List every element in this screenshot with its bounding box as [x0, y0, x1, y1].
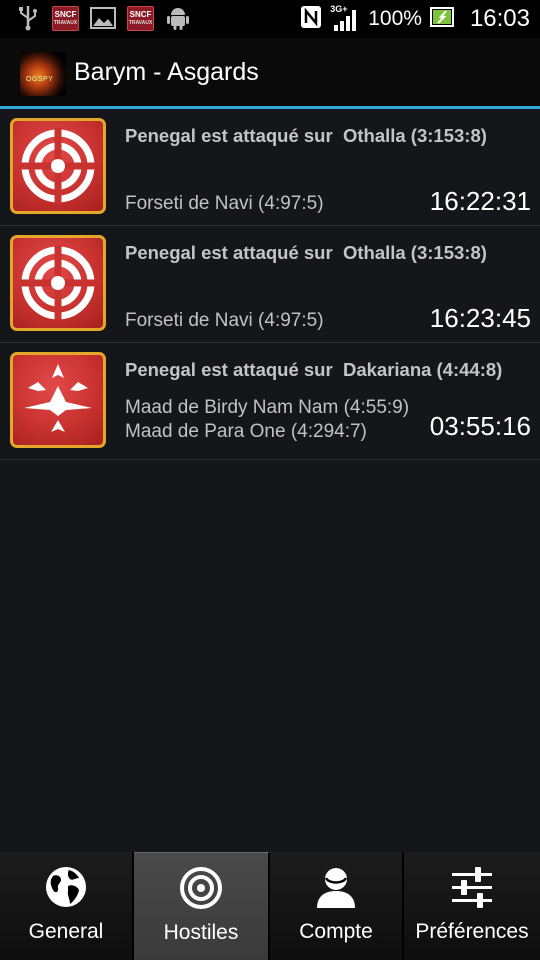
attacker: Forseti de Navi (4:97:5) — [125, 310, 324, 331]
alert-time: 16:22:31 — [429, 186, 531, 216]
list-item[interactable]: Penegal est attaqué sur Othalla (3:153:8… — [0, 226, 540, 343]
bottom-tab-bar: General Hostiles Compte Préférences — [0, 852, 540, 960]
target-icon — [180, 867, 222, 909]
user-icon — [317, 868, 355, 908]
notification-icons: SNCF TRAVAUX SNCF TRAVAUX — [14, 5, 192, 31]
nfc-icon — [300, 5, 322, 34]
sliders-icon — [452, 867, 492, 908]
usb-icon — [14, 5, 42, 31]
alert-title: Penegal est attaqué sur Othalla (3:153:8… — [125, 125, 487, 146]
alert-time: 03:55:16 — [429, 411, 531, 441]
status-bar: SNCF TRAVAUX SNCF TRAVAUX 3G+ 100% 16:03 — [0, 0, 540, 38]
sncf-icon: SNCF TRAVAUX — [52, 5, 79, 31]
clock: 16:03 — [469, 5, 530, 32]
target-icon — [10, 118, 106, 214]
tab-preferences[interactable]: Préférences — [404, 852, 540, 960]
android-icon — [164, 5, 192, 31]
fleet-icon — [10, 352, 106, 448]
tab-label: Hostiles — [163, 921, 239, 944]
battery-percent: 100% — [368, 7, 422, 30]
sncf-icon: SNCF TRAVAUX — [127, 5, 154, 31]
alert-title: Penegal est attaqué sur Othalla (3:153:8… — [125, 242, 487, 263]
system-icons: 3G+ 100% 16:03 — [300, 3, 530, 35]
attacker: Forseti de Navi (4:97:5) — [125, 193, 324, 214]
tab-label: Préférences — [415, 920, 529, 943]
hostiles-list: Penegal est attaqué sur Othalla (3:153:8… — [0, 109, 540, 460]
attacker: Maad de Para One (4:294:7) — [125, 421, 367, 442]
list-item[interactable]: Penegal est attaqué sur Dakariana (4:44:… — [0, 343, 540, 460]
tab-label: Compte — [299, 920, 373, 943]
tab-compte[interactable]: Compte — [270, 852, 404, 960]
action-bar: OGSPY Barym - Asgards — [0, 38, 540, 106]
alert-title: Penegal est attaqué sur Dakariana (4:44:… — [125, 359, 503, 380]
tab-label: General — [28, 920, 104, 943]
tab-general[interactable]: General — [0, 852, 134, 960]
tab-hostiles[interactable]: Hostiles — [134, 852, 270, 960]
app-logo[interactable]: OGSPY — [20, 52, 66, 96]
list-item[interactable]: Penegal est attaqué sur Othalla (3:153:8… — [0, 109, 540, 226]
attacker: Maad de Birdy Nam Nam (4:55:9) — [125, 397, 410, 418]
signal-icon: 3G+ — [330, 4, 360, 32]
globe-icon — [46, 867, 86, 907]
battery-icon — [429, 6, 456, 33]
app-title: Barym - Asgards — [74, 58, 259, 86]
alert-time: 16:23:45 — [429, 303, 531, 333]
picture-icon — [89, 5, 117, 31]
target-icon — [10, 235, 106, 331]
